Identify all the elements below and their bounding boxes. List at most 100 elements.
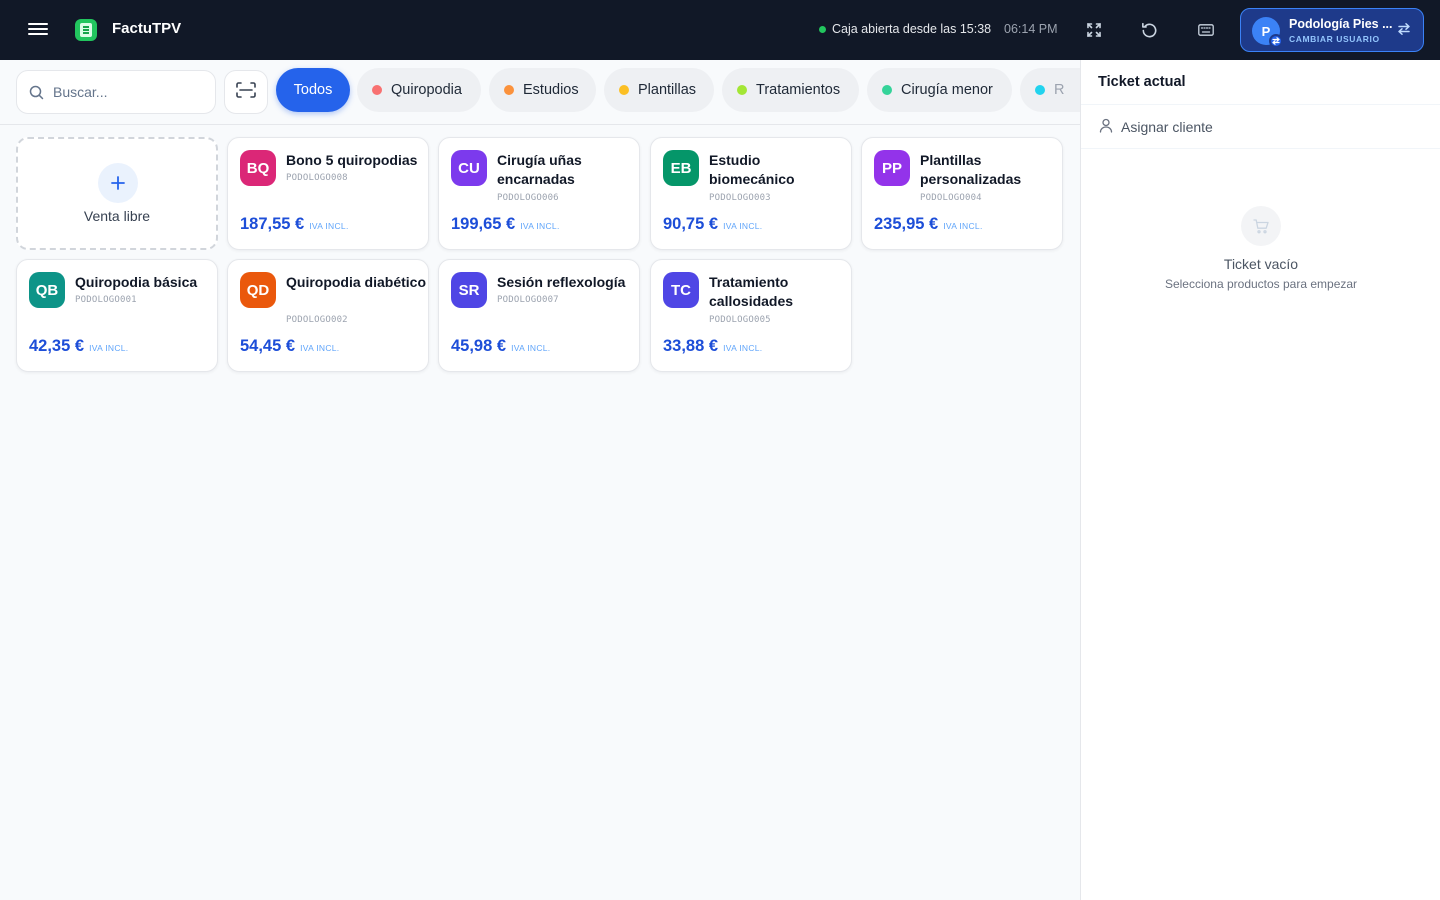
tax-label: IVA INCL.	[723, 221, 763, 231]
product-avatar: QD	[240, 272, 276, 308]
price-value: 42,35 €	[29, 337, 85, 355]
category-dot-icon	[504, 85, 514, 95]
price-value: 54,45 €	[240, 337, 296, 355]
tax-label: IVA INCL.	[89, 343, 129, 353]
refresh-icon[interactable]	[1137, 18, 1161, 42]
product-avatar: EB	[663, 150, 699, 186]
scan-icon	[236, 81, 256, 103]
top-bar: FactuTPV Caja abierta desde las 15:38 06…	[0, 0, 1440, 60]
category-chip-label: Quiropodia	[391, 82, 462, 98]
category-chip-tratamientos[interactable]: Tratamientos	[722, 68, 859, 112]
product-price: 187,55 € IVA INCL.	[240, 215, 349, 234]
cart-icon	[1241, 206, 1281, 246]
product-name: Bono 5 quiropodias	[286, 152, 418, 168]
price-value: 199,65 €	[451, 215, 516, 233]
price-value: 45,98 €	[451, 337, 507, 355]
product-price: 42,35 € IVA INCL.	[29, 337, 128, 356]
product-card[interactable]: QB Quiropodia básica PODOLOGO001 42,35 €…	[16, 259, 218, 372]
product-avatar: BQ	[240, 150, 276, 186]
barcode-scan-button[interactable]	[224, 70, 268, 114]
product-price: 45,98 € IVA INCL.	[451, 337, 550, 356]
tax-label: IVA INCL.	[723, 343, 763, 353]
free-sale-card[interactable]: Venta libre	[16, 137, 218, 250]
product-card[interactable]: CU Cirugía uñas encarnadas PODOLOGO006 1…	[438, 137, 640, 250]
product-card[interactable]: BQ Bono 5 quiropodias PODOLOGO008 187,55…	[227, 137, 429, 250]
product-avatar: TC	[663, 272, 699, 308]
product-card[interactable]: SR Sesión reflexología PODOLOGO007 45,98…	[438, 259, 640, 372]
product-price: 54,45 € IVA INCL.	[240, 337, 339, 356]
free-sale-label: Venta libre	[83, 208, 151, 224]
product-name: Plantillas personalizadas	[920, 152, 1022, 187]
product-code: PODOLOGO006	[497, 193, 559, 203]
price-value: 90,75 €	[663, 215, 719, 233]
register-status-text: Caja abierta desde las 15:38	[832, 22, 992, 36]
status-dot-icon	[819, 25, 826, 33]
category-dot-icon	[1035, 85, 1045, 95]
product-code: PODOLOGO007	[497, 295, 559, 305]
product-code: PODOLOGO004	[920, 193, 982, 203]
product-code: PODOLOGO002	[286, 315, 348, 325]
user-name: Podología Pies ...	[1289, 17, 1393, 31]
avatar-initial: P	[1261, 23, 1271, 39]
ticket-title: Ticket actual	[1098, 74, 1186, 90]
clock: 06:14 PM	[1004, 22, 1058, 36]
category-chip-todos[interactable]: Todos	[276, 68, 350, 112]
price-value: 187,55 €	[240, 215, 305, 233]
tax-label: IVA INCL.	[300, 343, 340, 353]
category-chip-estudios[interactable]: Estudios	[489, 68, 596, 112]
category-dot-icon	[619, 85, 629, 95]
category-dot-icon	[882, 85, 892, 95]
product-card[interactable]: TC Tratamiento callosidades PODOLOGO005 …	[650, 259, 852, 372]
assign-client-button[interactable]: Asignar cliente	[1081, 105, 1440, 149]
price-value: 33,88 €	[663, 337, 719, 355]
product-avatar: CU	[451, 150, 487, 186]
category-dot-icon	[372, 85, 382, 95]
fullscreen-icon[interactable]	[1082, 18, 1106, 42]
switch-user-label: CAMBIAR USUARIO	[1289, 34, 1380, 44]
menu-icon[interactable]	[28, 20, 48, 40]
keyboard-icon[interactable]	[1194, 18, 1218, 42]
swap-badge-icon	[1269, 34, 1283, 48]
category-chip-cirugia-menor[interactable]: Cirugía menor	[867, 68, 1012, 112]
category-chip-label: Tratamientos	[756, 82, 841, 98]
product-avatar: QB	[29, 272, 65, 308]
category-dot-icon	[737, 85, 747, 95]
user-icon	[1099, 118, 1113, 136]
product-name: Sesión reflexología	[497, 274, 626, 290]
swap-icon	[1397, 22, 1411, 39]
tax-label: IVA INCL.	[309, 221, 349, 231]
product-price: 33,88 € IVA INCL.	[663, 337, 762, 356]
ticket-panel: Ticket actual Asignar cliente Ticket vac…	[1080, 60, 1440, 900]
product-code: PODOLOGO003	[709, 193, 771, 203]
switch-user-button[interactable]: P Podología Pies ... CAMBIAR USUARIO	[1240, 8, 1424, 52]
filter-bar: Todos Quiropodia Estudios Plantillas Tra…	[0, 60, 1080, 125]
tax-label: IVA INCL.	[943, 221, 983, 231]
product-avatar: SR	[451, 272, 487, 308]
product-card[interactable]: EB Estudio biomecánico PODOLOGO003 90,75…	[650, 137, 852, 250]
category-chip-label: R	[1054, 82, 1065, 98]
avatar: P	[1252, 17, 1283, 48]
category-chip-label: Cirugía menor	[901, 82, 993, 98]
price-value: 235,95 €	[874, 215, 939, 233]
register-status: Caja abierta desde las 15:38	[819, 22, 991, 36]
product-name: Cirugía uñas encarnadas	[497, 152, 582, 187]
product-card[interactable]: QD Quiropodia diabético PODOLOGO002 54,4…	[227, 259, 429, 372]
empty-ticket-subtitle: Selecciona productos para empezar	[1164, 277, 1358, 291]
category-chip-quiropodia[interactable]: Quiropodia	[357, 68, 481, 112]
assign-client-label: Asignar cliente	[1121, 118, 1213, 135]
category-chip-plantillas[interactable]: Plantillas	[604, 68, 714, 112]
product-avatar: PP	[874, 150, 910, 186]
product-name: Tratamiento callosidades	[709, 274, 794, 309]
category-chip-label: Plantillas	[638, 82, 697, 98]
empty-ticket-title: Ticket vacío	[1223, 256, 1299, 272]
product-code: PODOLOGO005	[709, 315, 771, 325]
category-chip-label: Todos	[293, 82, 333, 98]
plus-icon	[98, 163, 138, 203]
product-card[interactable]: PP Plantillas personalizadas PODOLOGO004…	[861, 137, 1063, 250]
app-logo-icon	[75, 19, 97, 41]
category-chip-label: Estudios	[523, 82, 579, 98]
category-chip-truncated[interactable]: R	[1020, 68, 1080, 112]
search-input[interactable]	[53, 71, 208, 113]
product-price: 90,75 € IVA INCL.	[663, 215, 762, 234]
tax-label: IVA INCL.	[511, 343, 551, 353]
